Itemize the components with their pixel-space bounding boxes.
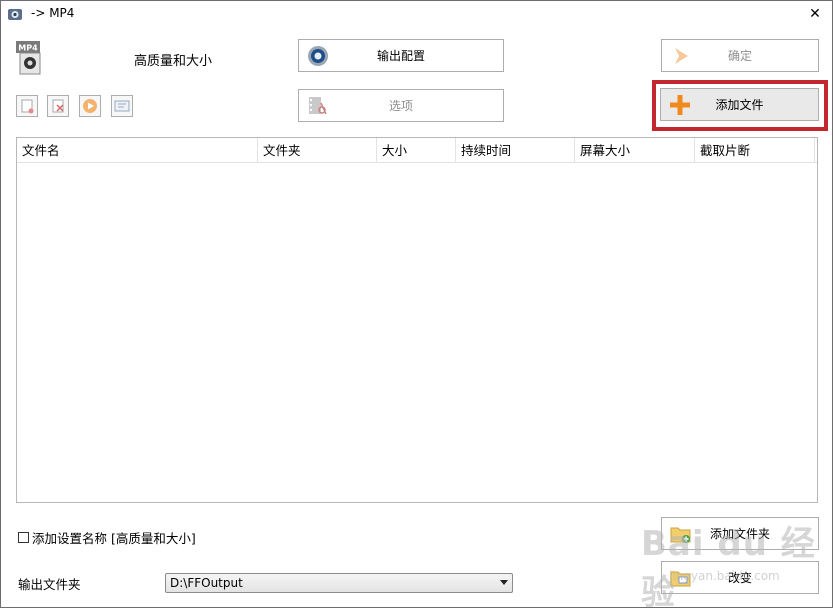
add-setting-name-checkbox[interactable]	[18, 532, 29, 543]
change-label: 改变	[727, 571, 752, 585]
new-file-icon	[21, 99, 34, 114]
info-tool[interactable]	[111, 95, 133, 117]
play-tool[interactable]	[79, 95, 101, 117]
mp4-format-icon: MP4	[16, 41, 41, 75]
remove-file-icon	[52, 99, 64, 113]
column-folder[interactable]: 文件夹	[258, 138, 377, 162]
close-button[interactable]: ✕	[803, 3, 827, 25]
change-button[interactable]: 改变	[661, 561, 819, 594]
column-duration[interactable]: 持续时间	[456, 138, 575, 162]
column-file-name[interactable]: 文件名	[17, 138, 258, 162]
format-badge-text: MP4	[18, 44, 38, 53]
chevron-down-icon	[500, 580, 508, 585]
main-window: -> MP4 ✕ MP4 高质量和大小 输出配置 选项 确定 添加文件 文件名 …	[0, 0, 833, 613]
column-clip[interactable]: 截取片断	[695, 138, 815, 162]
ok-label: 确定	[727, 49, 752, 63]
info-card-icon	[114, 100, 130, 112]
play-icon	[83, 99, 97, 113]
options-button[interactable]: 选项	[298, 89, 504, 122]
output-folder-value: D:\FFOutput	[170, 576, 243, 590]
ok-button[interactable]: 确定	[661, 39, 819, 72]
options-label: 选项	[388, 99, 413, 113]
output-folder-label: 输出文件夹	[18, 577, 81, 592]
add-setting-name-label: 添加设置名称 [高质量和大小]	[32, 531, 196, 546]
output-folder-select[interactable]: D:\FFOutput	[165, 573, 513, 593]
window-title: -> MP4	[31, 6, 75, 20]
app-icon	[8, 9, 22, 20]
output-config-button[interactable]: 输出配置	[298, 39, 504, 72]
file-list-header: 文件名 文件夹 大小 持续时间 屏幕大小 截取片断	[17, 138, 817, 163]
add-folder-label: 添加文件夹	[709, 527, 770, 541]
file-list[interactable]: 文件名 文件夹 大小 持续时间 屏幕大小 截取片断	[16, 137, 818, 503]
column-size[interactable]: 大小	[377, 138, 456, 162]
add-folder-button[interactable]: 添加文件夹	[661, 517, 819, 550]
remove-tool[interactable]	[47, 95, 69, 117]
title-bar: -> MP4 ✕	[1, 1, 832, 27]
highlight-frame	[652, 80, 828, 131]
column-screen-size[interactable]: 屏幕大小	[575, 138, 695, 162]
add-setting-name-option[interactable]: 添加设置名称 [高质量和大小]	[18, 528, 196, 547]
quality-label: 高质量和大小	[134, 54, 213, 69]
new-list-tool[interactable]	[16, 95, 38, 117]
output-config-label: 输出配置	[376, 49, 425, 63]
